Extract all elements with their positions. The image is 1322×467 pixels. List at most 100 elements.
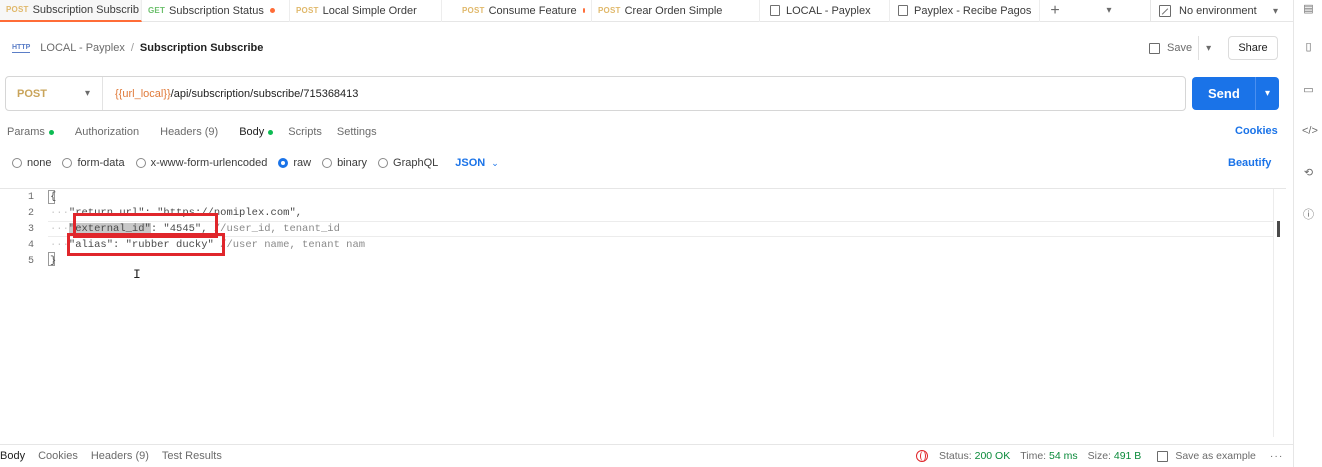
radio-raw[interactable]: raw xyxy=(278,157,311,169)
tab-headers-label: Headers (9) xyxy=(160,126,219,138)
tab-headers[interactable]: Headers (9) xyxy=(153,126,225,138)
body-editor[interactable]: 1 2 3 4 5 { ···"return_url": "https://no… xyxy=(0,188,1286,437)
annotation-box-alias xyxy=(67,233,225,256)
status-info[interactable]: Status: 200 OK xyxy=(939,450,1010,462)
tab-subscription-subscribe[interactable]: POST Subscription Subscrib xyxy=(0,0,142,22)
size-info[interactable]: Size: 491 B xyxy=(1088,450,1142,462)
chevron-down-icon: ▾ xyxy=(1272,5,1278,17)
tab-settings[interactable]: Settings xyxy=(330,126,384,138)
tab-method: POST xyxy=(6,5,29,14)
url-input[interactable]: {{url_local}}/api/subscription/subscribe… xyxy=(103,88,358,100)
has-content-dot xyxy=(48,129,54,135)
radio-graphql[interactable]: GraphQL xyxy=(378,157,438,169)
save-options-button[interactable]: ▾ xyxy=(1198,36,1218,60)
cookies-link[interactable]: Cookies xyxy=(1235,125,1278,137)
line-number: 2 xyxy=(27,208,34,219)
status-value: 200 OK xyxy=(974,450,1011,462)
radio-urlencoded-label: x-www-form-urlencoded xyxy=(150,157,268,169)
body-format-select[interactable]: JSON ⌄ xyxy=(455,157,499,169)
radio-none[interactable]: none xyxy=(12,157,51,169)
method-select[interactable]: POST ▾ xyxy=(6,77,103,110)
radio-form-data[interactable]: form-data xyxy=(62,157,125,169)
tab-authorization[interactable]: Authorization xyxy=(68,126,146,138)
tab-params[interactable]: Params xyxy=(0,126,61,138)
tab-scripts[interactable]: Scripts xyxy=(281,126,329,138)
response-tab-cookies[interactable]: Cookies xyxy=(38,450,78,462)
document-icon xyxy=(898,5,908,16)
time-value: 54 ms xyxy=(1049,450,1078,462)
tab-label: LOCAL - Payplex xyxy=(786,4,871,17)
tab-crear-orden-simple[interactable]: POST Crear Orden Simple xyxy=(592,0,760,22)
request-tab-bar: POST Subscription Subscrib GET Subscript… xyxy=(0,0,1293,22)
time-label: Time: xyxy=(1020,450,1047,462)
size-label: Size: xyxy=(1087,450,1111,462)
documentation-icon[interactable]: ▯ xyxy=(1302,41,1315,54)
editor-scrollbar-track[interactable] xyxy=(1273,189,1274,437)
request-url-bar: POST ▾ {{url_local}}/api/subscription/su… xyxy=(5,76,1186,111)
tab-label: Payplex - Recibe Pagos xyxy=(914,4,1032,17)
method-label: POST xyxy=(17,87,47,100)
comments-icon[interactable]: ▭ xyxy=(1302,84,1315,97)
save-as-example-button[interactable]: Save as example xyxy=(1157,450,1256,462)
code-area[interactable]: { ···"return_url": "https://nomiplex.com… xyxy=(48,189,1278,437)
radio-raw-label: raw xyxy=(293,157,312,169)
environment-quick-look-icon[interactable]: ▤ xyxy=(1302,3,1315,16)
response-tab-test-results[interactable]: Test Results xyxy=(162,450,222,462)
info-icon[interactable]: ⓘ xyxy=(1302,209,1315,222)
tab-payplex-recibe-pagos[interactable]: Payplex - Recibe Pagos xyxy=(890,0,1040,22)
network-globe-icon[interactable] xyxy=(916,450,928,462)
tab-consume-feature[interactable]: POST Consume Feature xyxy=(442,0,592,22)
tabs-overflow-button[interactable]: ▾ xyxy=(1098,0,1120,22)
response-tab-headers[interactable]: Headers (9) xyxy=(91,450,149,462)
radio-circle xyxy=(12,158,22,168)
tab-method: POST xyxy=(296,6,319,15)
body-format-label: JSON xyxy=(455,157,486,169)
code-icon[interactable]: </> xyxy=(1302,125,1318,138)
save-button[interactable]: Save xyxy=(1143,36,1198,60)
radio-graphql-label: GraphQL xyxy=(393,157,439,169)
tab-label: Subscription Subscrib xyxy=(32,3,139,16)
tab-label: Subscription Status xyxy=(169,4,264,17)
editor-scrollbar-marker[interactable] xyxy=(1277,221,1280,237)
tab-scripts-label: Scripts xyxy=(288,126,322,138)
tab-body[interactable]: Body xyxy=(232,126,280,138)
breadcrumb-collection[interactable]: LOCAL - Payplex xyxy=(40,42,125,54)
send-options-button[interactable]: ▾ xyxy=(1255,77,1279,110)
request-tabs: Params Authorization Headers (9) Body Sc… xyxy=(0,123,384,141)
save-label: Save xyxy=(1167,42,1193,54)
breadcrumb: HTTP LOCAL - Payplex / Subscription Subs… xyxy=(12,40,263,56)
http-request-icon: HTTP xyxy=(12,43,31,53)
new-tab-button[interactable]: + xyxy=(1040,0,1070,22)
share-button[interactable]: Share xyxy=(1228,36,1278,60)
environment-selector[interactable]: No environment ▾ xyxy=(1150,0,1286,22)
indent-guide: ··· xyxy=(50,207,69,219)
code-comment: //user name, tenant nam xyxy=(213,239,366,251)
radio-binary[interactable]: binary xyxy=(322,157,367,169)
beautify-link[interactable]: Beautify xyxy=(1228,157,1271,169)
text-cursor-icon: I xyxy=(133,267,141,282)
tab-local-payplex[interactable]: LOCAL - Payplex xyxy=(760,0,890,22)
url-variable: {{url_local}} xyxy=(115,87,171,100)
has-content-dot xyxy=(268,129,274,135)
code-comment: //user_id, tenant_id xyxy=(207,223,340,235)
size-value: 491 B xyxy=(1113,450,1142,462)
tab-label: Consume Feature xyxy=(488,4,577,17)
request-title[interactable]: Subscription Subscribe xyxy=(140,42,263,54)
related-collections-icon[interactable]: ⟲ xyxy=(1302,167,1315,180)
send-button-group: Send ▾ xyxy=(1192,77,1279,110)
more-options-icon[interactable]: ··· xyxy=(1270,450,1284,462)
time-info[interactable]: Time: 54 ms xyxy=(1020,450,1077,462)
radio-x-www-form-urlencoded[interactable]: x-www-form-urlencoded xyxy=(135,157,268,169)
chevron-down-icon: ⌄ xyxy=(491,157,499,168)
tab-subscription-status[interactable]: GET Subscription Status xyxy=(142,0,290,22)
tab-params-label: Params xyxy=(7,126,45,138)
save-icon xyxy=(1149,42,1160,54)
send-button[interactable]: Send xyxy=(1192,86,1255,101)
line-number: 4 xyxy=(27,240,34,251)
tab-local-simple-order[interactable]: POST Local Simple Order xyxy=(290,0,442,22)
response-tab-body[interactable]: Body xyxy=(0,450,25,462)
tab-settings-label: Settings xyxy=(336,126,377,138)
code-line-1: { xyxy=(50,189,56,205)
save-icon xyxy=(1157,450,1169,462)
right-sidebar: ▤ ▯ ▭ </> ⟲ ⓘ xyxy=(1293,0,1322,467)
